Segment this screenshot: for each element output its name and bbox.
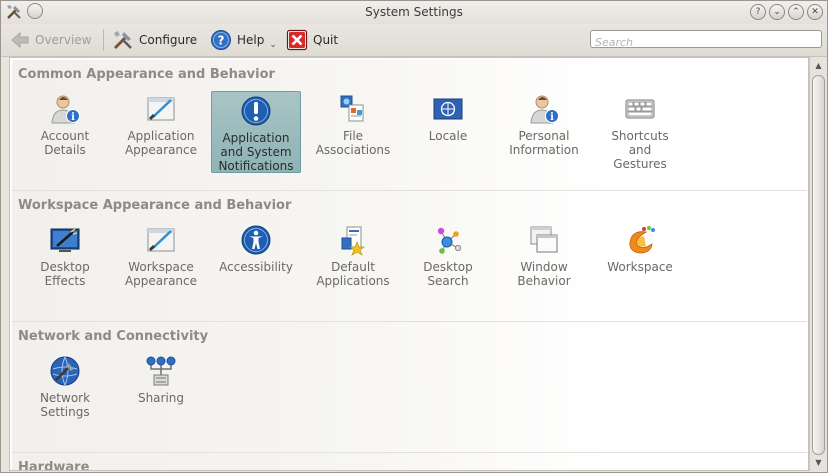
item-desktop-search[interactable]: Desktop Search (403, 221, 493, 305)
search-input[interactable] (591, 34, 821, 51)
help-icon: ? (211, 30, 231, 50)
section-common-appearance: Common Appearance and Behavior i Account… (12, 60, 807, 191)
item-locale[interactable]: Locale (403, 90, 493, 174)
section-workspace-appearance: Workspace Appearance and Behavior Deskto… (12, 191, 807, 322)
desktop-effects-icon (50, 228, 80, 252)
account-details-icon: i (51, 95, 80, 124)
item-label: Account Details (40, 129, 90, 157)
item-label: Accessibility (219, 260, 293, 274)
section-title: Common Appearance and Behavior (18, 67, 275, 82)
accessibility-icon (241, 225, 271, 255)
item-file-associations[interactable]: File Associations (308, 90, 398, 174)
locale-icon (433, 98, 463, 120)
item-label: Locale (428, 129, 468, 143)
item-label: Desktop Effects (40, 260, 90, 288)
svg-text:?: ? (218, 34, 225, 48)
window-behavior-icon (530, 226, 558, 253)
item-label: Network Settings (39, 391, 91, 419)
item-window-behavior[interactable]: Window Behavior (499, 221, 589, 305)
item-sharing[interactable]: Sharing (116, 352, 206, 436)
minimize-button[interactable]: ⌄ (769, 4, 785, 20)
item-default-applications[interactable]: Default Applications (308, 221, 398, 305)
item-label: Desktop Search (423, 260, 473, 288)
help-dropdown-icon[interactable]: ⌄ (269, 40, 277, 50)
quit-icon (286, 29, 308, 51)
item-label: Window Behavior (517, 260, 571, 288)
configure-label: Configure (139, 33, 198, 47)
item-application-appearance[interactable]: Application Appearance (116, 90, 206, 174)
system-settings-window: System Settings ? ⌄ ⌃ ✕ Overview Configu… (0, 0, 828, 473)
section-title: Hardware (18, 460, 90, 471)
section-title: Workspace Appearance and Behavior (18, 198, 292, 213)
scroll-up-icon[interactable]: ▲ (812, 59, 825, 72)
scroll-down-icon[interactable]: ▼ (812, 456, 825, 469)
item-label: Workspace (607, 260, 673, 274)
item-label: Shortcuts and Gestures (611, 129, 669, 171)
workspace-appearance-icon (147, 228, 175, 252)
toolbar: Overview Configure ? Help ⌄ Quit (1, 24, 827, 57)
item-workspace[interactable]: Workspace (595, 221, 685, 305)
toolbar-separator (103, 29, 104, 51)
item-label: Application Appearance (124, 129, 198, 157)
workspace-icon (629, 226, 655, 254)
vertical-scrollbar[interactable]: ▲ ▼ (809, 57, 827, 471)
back-arrow-icon (11, 31, 29, 49)
personal-information-icon: i (530, 95, 559, 124)
settings-content: Common Appearance and Behavior i Account… (9, 57, 809, 471)
window-help-button[interactable]: ? (750, 4, 766, 20)
item-label: Default Applications (316, 260, 390, 288)
item-label: Application and System Notifications (218, 131, 294, 173)
item-label: Personal Information (509, 129, 579, 157)
item-notifications[interactable]: Application and System Notifications (211, 91, 301, 173)
item-accessibility[interactable]: Accessibility (211, 221, 301, 305)
title-bar[interactable]: System Settings ? ⌄ ⌃ ✕ (1, 1, 827, 24)
item-label: Sharing (137, 391, 185, 405)
item-shortcuts-gestures[interactable]: Shortcuts and Gestures (595, 90, 685, 174)
configure-tools-icon (113, 31, 132, 50)
item-desktop-effects[interactable]: Desktop Effects (20, 221, 110, 305)
help-button[interactable]: ? Help ⌄ (210, 28, 277, 52)
item-label: File Associations (315, 129, 391, 157)
overview-button[interactable]: Overview (10, 28, 92, 52)
sharing-icon (146, 356, 176, 386)
file-associations-icon (340, 95, 364, 122)
item-workspace-appearance[interactable]: Workspace Appearance (116, 221, 206, 305)
help-label: Help (237, 33, 265, 47)
default-applications-icon (341, 226, 365, 256)
item-personal-information[interactable]: i Personal Information (499, 90, 589, 174)
desktop-search-icon (437, 227, 462, 254)
shortcuts-icon (625, 99, 655, 119)
item-network-settings[interactable]: Network Settings (20, 352, 110, 436)
section-title: Network and Connectivity (18, 329, 209, 344)
overview-label: Overview (35, 33, 92, 47)
maximize-button[interactable]: ⌃ (788, 4, 804, 20)
section-hardware: Hardware (12, 453, 807, 471)
configure-button[interactable]: Configure (112, 28, 197, 52)
notifications-icon (241, 96, 271, 126)
svg-text:i: i (550, 112, 554, 123)
network-settings-icon (50, 356, 80, 386)
scrollbar-thumb[interactable] (812, 75, 825, 455)
section-network-connectivity: Network and Connectivity Network Setting… (12, 322, 807, 453)
search-box[interactable] (590, 30, 822, 51)
item-account-details[interactable]: i Account Details (20, 90, 110, 174)
quit-label: Quit (313, 33, 339, 47)
window-title: System Settings (365, 5, 463, 19)
svg-text:i: i (71, 112, 75, 123)
close-button[interactable]: ✕ (807, 4, 823, 20)
item-label: Workspace Appearance (124, 260, 198, 288)
quit-button[interactable]: Quit (286, 28, 338, 52)
application-appearance-icon (147, 97, 175, 121)
